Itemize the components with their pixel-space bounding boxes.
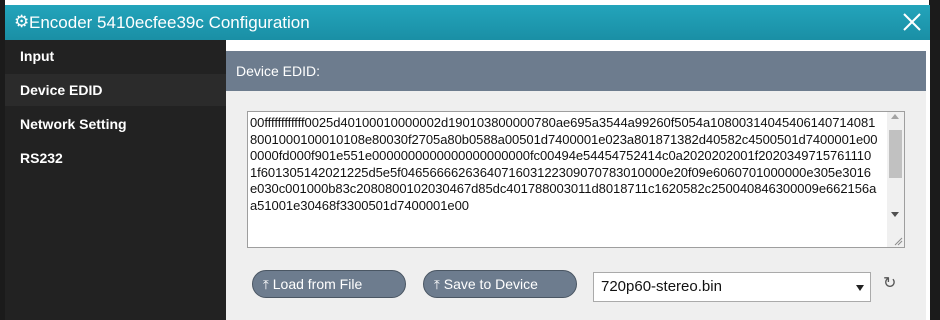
scroll-down-arrow-icon[interactable]	[891, 212, 899, 217]
load-from-file-label: Load from File	[272, 276, 363, 292]
configuration-dialog: ⚙ Encoder 5410ecfee39c Configuration Inp…	[5, 5, 930, 320]
save-to-device-label: Save to Device	[443, 276, 538, 292]
load-from-file-button[interactable]: ⤒ Load from File	[252, 270, 406, 298]
sidebar-item-input[interactable]: Input	[5, 40, 226, 72]
sidebar-item-rs232[interactable]: RS232	[5, 142, 226, 174]
section-body: 00ffffffffffff0025d40100010000002d190103…	[226, 91, 926, 320]
upload-icon: ⤒	[434, 277, 440, 292]
section-title: Device EDID:	[226, 51, 926, 91]
scroll-thumb[interactable]	[889, 130, 902, 178]
sidebar: Input Device EDID Network Setting RS232	[5, 40, 226, 320]
save-to-device-button[interactable]: ⤒ Save to Device	[423, 270, 577, 298]
resize-grip-icon[interactable]	[893, 236, 903, 246]
sidebar-item-device-edid[interactable]: Device EDID	[5, 74, 226, 106]
edid-text[interactable]: 00ffffffffffff0025d40100010000002d190103…	[250, 115, 878, 243]
chevron-down-icon	[856, 285, 864, 291]
refresh-icon[interactable]: ↻	[883, 274, 899, 294]
sidebar-item-network-setting[interactable]: Network Setting	[5, 108, 226, 140]
dialog-title: Encoder 5410ecfee39c Configuration	[29, 13, 310, 32]
close-icon[interactable]	[900, 9, 924, 35]
edid-file-select[interactable]: 720p60-stereo.bin	[593, 272, 871, 302]
dialog-titlebar: ⚙ Encoder 5410ecfee39c Configuration	[5, 5, 930, 40]
gear-icon: ⚙	[14, 12, 30, 31]
edid-textarea[interactable]: 00ffffffffffff0025d40100010000002d190103…	[247, 111, 905, 248]
upload-icon: ⤒	[263, 277, 269, 292]
edid-file-select-value: 720p60-stereo.bin	[601, 278, 722, 295]
background-edge-right	[929, 0, 940, 320]
edid-scrollbar[interactable]	[887, 112, 904, 247]
main-content: Device EDID: 00ffffffffffff0025d40100010…	[226, 40, 930, 320]
scroll-up-arrow-icon[interactable]	[891, 114, 899, 119]
